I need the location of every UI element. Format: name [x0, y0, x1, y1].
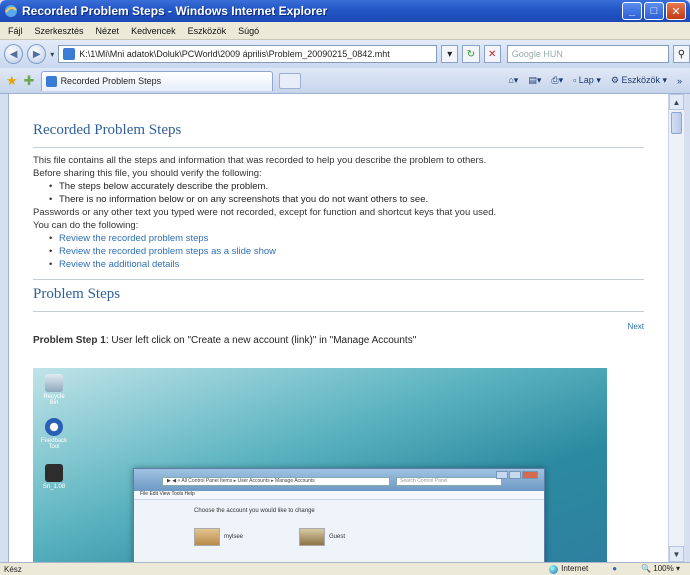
- new-tab-button[interactable]: [278, 72, 301, 89]
- recycle-bin-icon: [45, 374, 63, 392]
- page-icon: [45, 75, 57, 87]
- globe-icon: [549, 564, 559, 574]
- divider: [33, 147, 644, 148]
- vertical-scrollbar[interactable]: ▲ ▼: [668, 94, 684, 562]
- step-screenshot: Recycle Bin Feedback Tool Sn_1.08 ▶ ◀ « …: [33, 368, 607, 562]
- inner-search-field: Search Control Panel: [396, 477, 502, 486]
- account-tile: Guest: [299, 528, 345, 546]
- intro-text: This file contains all the steps and inf…: [33, 155, 487, 166]
- home-icon[interactable]: ⌂▾: [508, 75, 518, 86]
- inner-menu-bar: File Edit View Tools Help: [134, 491, 544, 500]
- window-title: Recorded Problem Steps - Windows Interne…: [22, 4, 328, 18]
- status-text: Kész: [4, 564, 22, 574]
- control-panel-window: ▶ ◀ « All Control Panel Items ▸ User Acc…: [133, 468, 545, 562]
- desktop-icon-sn: Sn_1.08: [39, 464, 69, 490]
- refresh-button[interactable]: ↻: [462, 45, 480, 63]
- menu-file[interactable]: Fájl: [8, 26, 23, 36]
- print-icon[interactable]: ⎙▾: [551, 75, 563, 86]
- close-button[interactable]: ✕: [666, 2, 686, 20]
- forward-button[interactable]: ▶: [27, 44, 47, 64]
- link-slide-show[interactable]: Review the recorded problem steps as a s…: [49, 245, 644, 258]
- inner-title-bar: ▶ ◀ « All Control Panel Items ▸ User Acc…: [134, 469, 544, 491]
- menu-tools[interactable]: Eszközök: [188, 26, 227, 36]
- desktop-icon-recycle-bin: Recycle Bin: [39, 374, 69, 406]
- tab-recorded-problem-steps[interactable]: Recorded Problem Steps: [40, 70, 273, 91]
- add-favorites-icon[interactable]: ✚: [24, 73, 35, 89]
- step-caption: Problem Step 1: User left click on "Crea…: [33, 335, 644, 346]
- page-icon: [63, 48, 76, 60]
- account-picture: [299, 528, 326, 546]
- search-button[interactable]: ⚲: [672, 45, 690, 63]
- next-link[interactable]: Next: [33, 322, 644, 331]
- step-label: Problem Step 1: [33, 335, 106, 346]
- action-links: Review the recorded problem steps Review…: [49, 232, 644, 271]
- tools-menu[interactable]: ⚙ Eszközök ▾: [611, 75, 667, 86]
- scroll-thumb[interactable]: [671, 112, 682, 134]
- favorites-star-icon[interactable]: ★: [6, 73, 18, 89]
- page-menu[interactable]: ▫ Lap ▾: [573, 75, 601, 86]
- page-title: Recorded Problem Steps: [33, 122, 182, 138]
- can-do-text: You can do the following:: [33, 220, 139, 231]
- protected-mode-icon: ●: [612, 564, 618, 574]
- address-field[interactable]: K:\1\Mi\Mni adatok\Doluk\PCWorld\2009 áp…: [58, 45, 438, 63]
- verify-intro: Before sharing this file, you should ver…: [33, 168, 262, 179]
- list-item: The steps below accurately describe the …: [49, 180, 644, 193]
- back-button[interactable]: ◀: [4, 44, 24, 64]
- zoom-control[interactable]: 🔍 100% ▾: [641, 564, 680, 573]
- maximize-button[interactable]: □: [644, 2, 664, 20]
- scroll-down-button[interactable]: ▼: [669, 546, 684, 562]
- inner-address-field: ▶ ◀ « All Control Panel Items ▸ User Acc…: [162, 477, 390, 486]
- title-bar: Recorded Problem Steps - Windows Interne…: [0, 0, 690, 22]
- tab-bar: ★ ✚ Recorded Problem Steps ⌂▾ ▤▾ ⎙▾ ▫ La…: [0, 68, 690, 94]
- scroll-up-button[interactable]: ▲: [669, 94, 684, 110]
- steps-heading: Problem Steps: [33, 286, 121, 302]
- feeds-icon[interactable]: ▤▾: [528, 75, 541, 86]
- ie-icon: [5, 5, 17, 17]
- divider: [33, 311, 644, 312]
- desktop-icon-feedback: Feedback Tool: [39, 418, 69, 450]
- menu-favorites[interactable]: Kedvencek: [131, 26, 176, 36]
- divider: [33, 279, 644, 280]
- minimize-button[interactable]: _: [622, 2, 642, 20]
- account-picture: [194, 528, 220, 546]
- camera-icon: [45, 464, 63, 482]
- account-tile: mylsee: [194, 528, 243, 546]
- security-zone: Internet: [549, 564, 588, 574]
- step-description: : User left click on "Create a new accou…: [105, 335, 417, 346]
- status-bar: Kész Internet ● 🔍 100% ▾: [0, 562, 690, 575]
- menu-bar: Fájl Szerkesztés Nézet Kedvencek Eszközö…: [0, 22, 690, 40]
- password-note: Passwords or any other text you typed we…: [33, 207, 497, 218]
- verify-list: The steps below accurately describe the …: [49, 180, 644, 206]
- menu-help[interactable]: Súgó: [238, 26, 259, 36]
- inner-heading: Choose the account you would like to cha…: [194, 508, 315, 514]
- feedback-icon: [45, 418, 63, 436]
- recent-pages-icon[interactable]: ▾: [50, 50, 54, 59]
- inner-window-buttons: [496, 471, 538, 479]
- menu-view[interactable]: Nézet: [96, 26, 120, 36]
- address-dropdown-button[interactable]: ▾: [441, 45, 459, 63]
- link-review-steps[interactable]: Review the recorded problem steps: [49, 232, 644, 245]
- list-item: There is no information below or on any …: [49, 193, 644, 206]
- link-additional-details[interactable]: Review the additional details: [49, 258, 644, 271]
- menu-edit[interactable]: Szerkesztés: [35, 26, 84, 36]
- search-input[interactable]: Google HUN: [506, 45, 669, 63]
- more-chevron-icon[interactable]: »: [677, 76, 682, 86]
- page-content: Recorded Problem Steps This file contain…: [8, 94, 668, 562]
- address-bar: ◀ ▶ ▾ K:\1\Mi\Mni adatok\Doluk\PCWorld\2…: [0, 40, 690, 68]
- address-text: K:\1\Mi\Mni adatok\Doluk\PCWorld\2009 áp…: [79, 49, 390, 59]
- stop-button[interactable]: ✕: [483, 45, 501, 63]
